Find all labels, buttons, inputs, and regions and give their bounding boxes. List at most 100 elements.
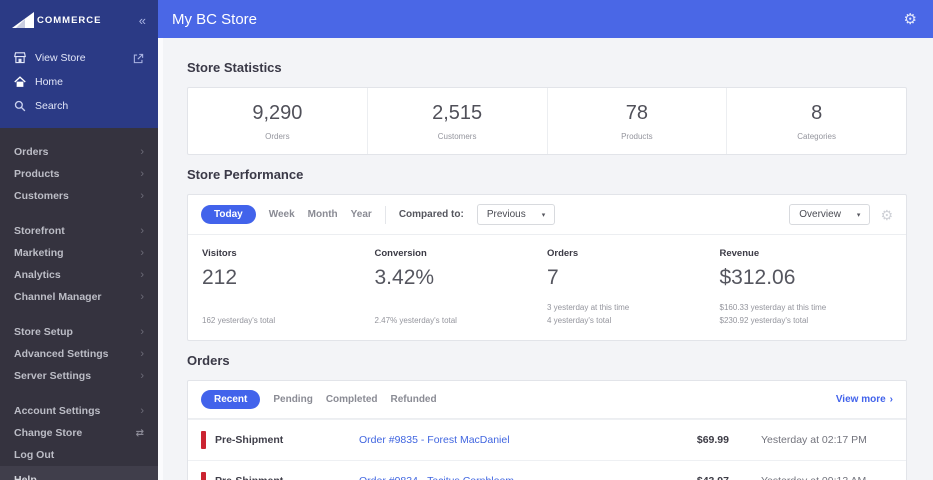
nav-group-account: Account Settings › Change Store ⇄ Log Ou… — [0, 400, 158, 466]
tab-week[interactable]: Week — [269, 209, 295, 220]
help-section[interactable]: Help Support Pin: 888888 ▴ — [0, 466, 158, 480]
order-amount: $43.97 — [654, 475, 729, 480]
stat-customers[interactable]: 2,515 Customers — [368, 88, 548, 154]
order-link[interactable]: Order #9834 - Tacitus Cornbloom — [359, 475, 654, 480]
nav-group-storefront: Storefront › Marketing › Analytics › Cha… — [0, 220, 158, 308]
status-color-bar — [201, 472, 206, 480]
chevron-right-icon: › — [140, 246, 144, 259]
order-amount: $69.99 — [696, 434, 729, 446]
stat-value: 2,515 — [432, 102, 483, 124]
tab-refunded[interactable]: Refunded — [390, 394, 436, 405]
dashboard-content: Store Statistics 9,290 Orders 2,515 Cust… — [163, 38, 933, 480]
performance-toolbar: Today Week Month Year Compared to: Previ… — [188, 195, 906, 235]
overview-value: Overview — [799, 209, 841, 220]
order-time: Yesterday at 02:17 PM — [761, 434, 867, 446]
order-status: Pre-Shipment — [201, 431, 359, 449]
view-more-link[interactable]: View more › — [836, 394, 893, 405]
sidebar-item-advanced-settings[interactable]: Advanced Settings › — [0, 343, 158, 365]
bigcommerce-logo: COMMERCE — [12, 12, 101, 28]
sidebar-item-change-store[interactable]: Change Store ⇄ — [0, 422, 158, 444]
nav-group-commerce: Orders › Products › Customers › — [0, 141, 158, 207]
sidebar-item-search[interactable]: Search — [0, 94, 158, 118]
chevron-right-icon: › — [889, 394, 893, 405]
view-more-label: View more — [835, 394, 886, 405]
compared-to-select[interactable]: Previous ▾ — [476, 204, 556, 225]
sidebar-item-view-store[interactable]: View Store — [0, 46, 158, 70]
status-color-bar — [201, 431, 206, 449]
store-icon — [14, 52, 26, 64]
order-link[interactable]: Order #9835 - Forest MacDaniel — [359, 434, 654, 446]
overview-select[interactable]: Overview ▾ — [789, 204, 871, 225]
chevron-right-icon: › — [140, 268, 144, 281]
sidebar-item-label: Advanced Settings — [14, 348, 109, 360]
sidebar-collapse-icon[interactable]: « — [139, 14, 146, 27]
metric-value: 212 — [202, 266, 238, 289]
sidebar-item-label: Change Store — [14, 427, 83, 439]
metric-conversion: Conversion 3.42% 2.47% yesterday's total — [375, 248, 548, 328]
tab-pending[interactable]: Pending — [273, 394, 312, 405]
orders-toolbar: Recent Pending Completed Refunded View m… — [188, 381, 906, 419]
metric-label: Conversion — [374, 248, 427, 259]
sidebar-item-server-settings[interactable]: Server Settings › — [0, 365, 158, 387]
sidebar-item-analytics[interactable]: Analytics › — [0, 264, 158, 286]
performance-gear-icon[interactable]: ⚙ — [880, 208, 893, 222]
sidebar-item-customers[interactable]: Customers › — [0, 185, 158, 207]
settings-gear-icon[interactable]: ⚙ — [904, 12, 917, 27]
store-statistics-card: 9,290 Orders 2,515 Customers 78 Products… — [187, 87, 907, 155]
external-link-icon — [133, 53, 144, 63]
sidebar-item-account-settings[interactable]: Account Settings › — [0, 400, 158, 422]
stat-label: Orders — [265, 132, 290, 141]
metric-visitors: Visitors 212 162 yesterday's total — [202, 248, 375, 328]
logo-text: COMMERCE — [37, 14, 102, 26]
sidebar-item-orders[interactable]: Orders › — [0, 141, 158, 163]
stat-orders[interactable]: 9,290 Orders — [188, 88, 368, 154]
chevron-right-icon: › — [140, 290, 144, 303]
metric-sub-total: 4 yesterday's total — [547, 316, 612, 326]
sidebar-item-log-out[interactable]: Log Out — [0, 444, 158, 466]
tab-recent[interactable]: Recent — [201, 390, 261, 409]
stat-label: Products — [621, 132, 653, 141]
order-time: Yesterday at 09:13 AM — [761, 475, 866, 480]
order-row[interactable]: Pre-Shipment Order #9834 - Tacitus Cornb… — [188, 460, 906, 480]
sidebar-item-label: Analytics — [14, 269, 61, 281]
metric-value: 7 — [547, 266, 559, 289]
order-status: Pre-Shipment — [201, 472, 359, 480]
nav-group-settings: Store Setup › Advanced Settings › Server… — [0, 321, 158, 387]
store-performance-card: Today Week Month Year Compared to: Previ… — [187, 194, 907, 341]
metric-sub-total: $230.92 yesterday's total — [719, 316, 809, 326]
tab-completed[interactable]: Completed — [326, 394, 378, 405]
sidebar: COMMERCE « View Store Home Search Orders… — [0, 0, 158, 480]
stat-categories[interactable]: 8 Categories — [727, 88, 906, 154]
sidebar-item-label: Server Settings — [14, 370, 92, 382]
tab-year[interactable]: Year — [351, 209, 372, 220]
top-header: My BC Store ⚙ — [158, 0, 933, 38]
chevron-right-icon: › — [140, 224, 144, 237]
metric-sub-current: 3 yesterday at this time — [547, 303, 630, 313]
chevron-right-icon: › — [140, 167, 144, 180]
sidebar-item-label: Customers — [14, 190, 69, 202]
tab-month[interactable]: Month — [308, 209, 338, 220]
home-icon — [14, 76, 26, 87]
sidebar-item-storefront[interactable]: Storefront › — [0, 220, 158, 242]
tab-today[interactable]: Today — [201, 205, 256, 224]
sidebar-item-channel-manager[interactable]: Channel Manager › — [0, 286, 158, 308]
change-store-icon: ⇄ — [135, 427, 144, 439]
metric-label: Visitors — [202, 248, 237, 259]
stat-products[interactable]: 78 Products — [548, 88, 728, 154]
chevron-right-icon: › — [140, 189, 144, 202]
metric-label: Revenue — [719, 248, 760, 259]
sidebar-item-label: Products — [14, 168, 60, 180]
metric-sub-total: 162 yesterday's total — [202, 316, 276, 326]
sidebar-item-products[interactable]: Products › — [0, 163, 158, 185]
sidebar-item-home[interactable]: Home — [0, 70, 158, 94]
search-icon — [14, 100, 26, 112]
store-title: My BC Store — [172, 10, 258, 28]
store-performance-heading: Store Performance — [187, 167, 304, 182]
sidebar-item-store-setup[interactable]: Store Setup › — [0, 321, 158, 343]
orders-heading: Orders — [187, 353, 230, 368]
stat-value: 78 — [625, 102, 648, 124]
stat-value: 8 — [811, 102, 823, 124]
sidebar-item-marketing[interactable]: Marketing › — [0, 242, 158, 264]
order-row[interactable]: Pre-Shipment Order #9835 - Forest MacDan… — [188, 419, 906, 460]
sidebar-nav: Orders › Products › Customers › Storefro… — [0, 128, 158, 466]
